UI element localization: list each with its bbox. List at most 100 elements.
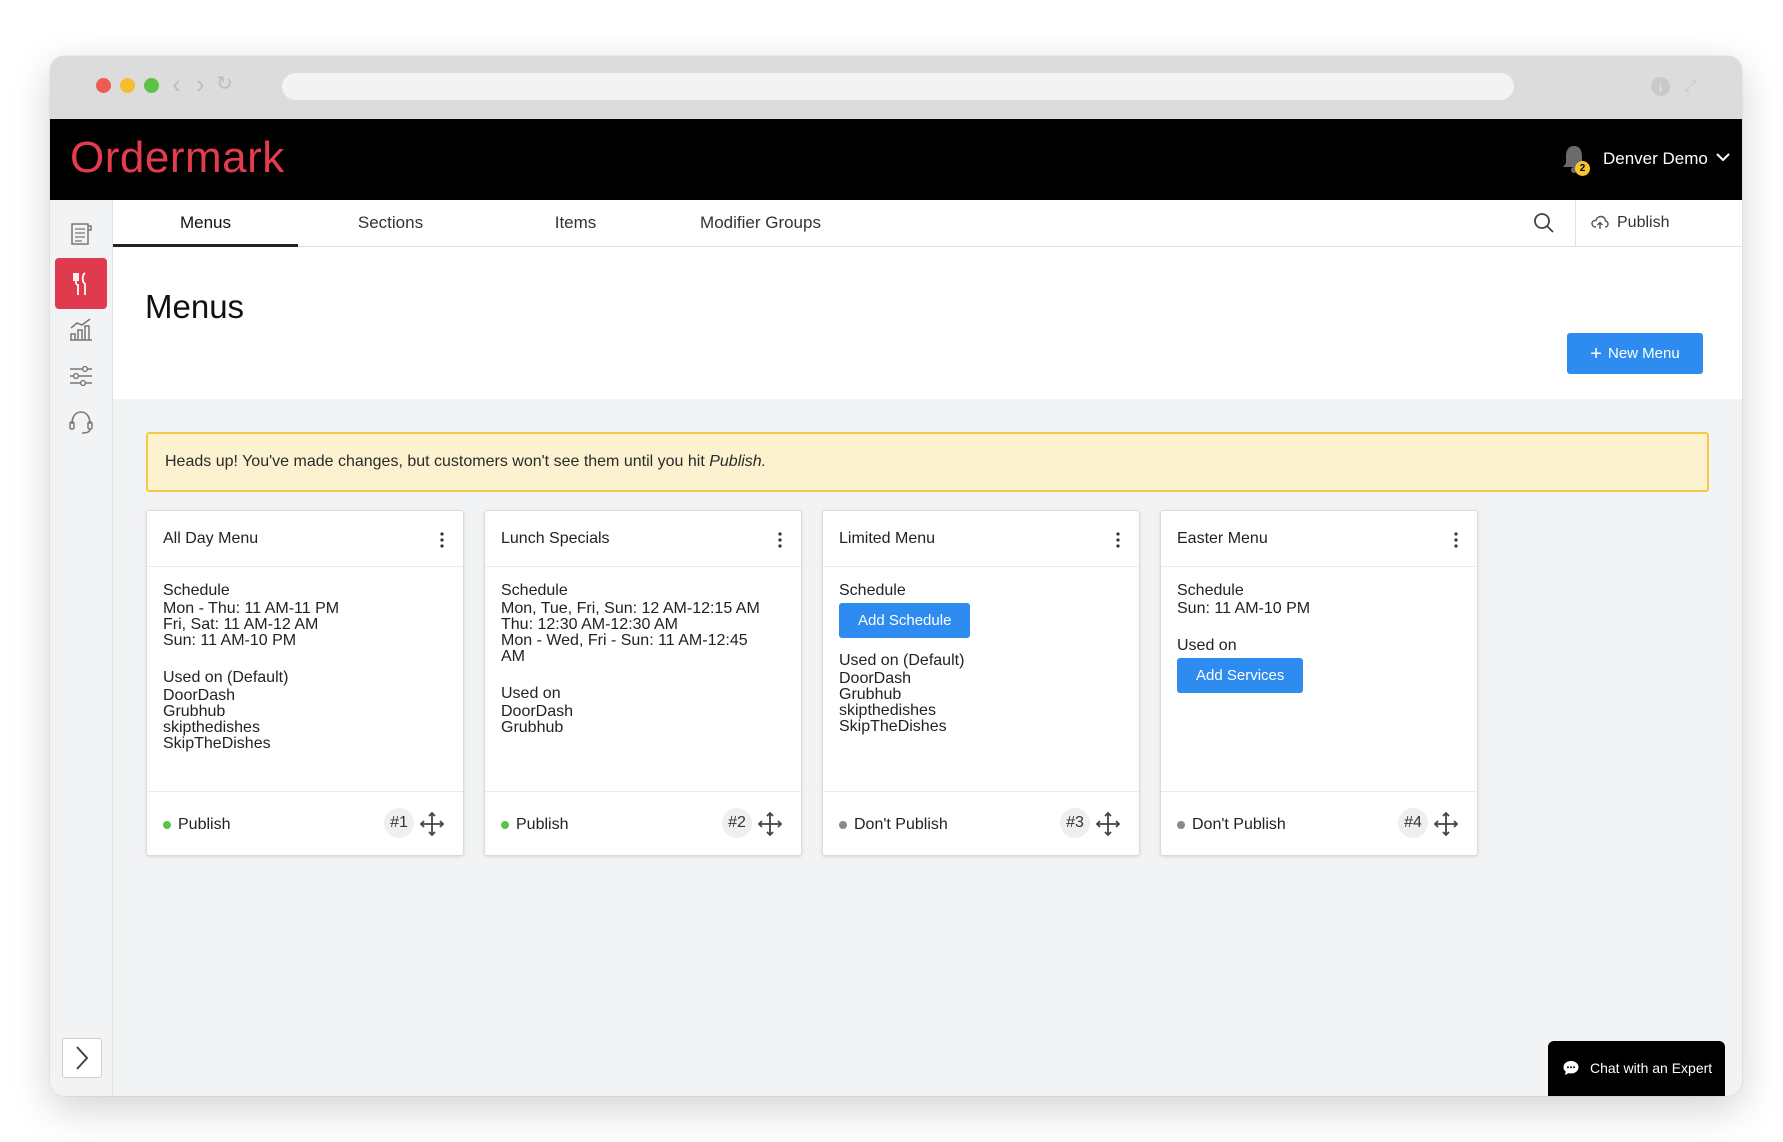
drag-move-icon[interactable] bbox=[1433, 811, 1459, 837]
position-badge: #1 bbox=[384, 808, 414, 838]
ordermark-logo[interactable]: Ordermark bbox=[70, 133, 285, 183]
drag-move-icon[interactable] bbox=[419, 811, 445, 837]
analytics-icon bbox=[70, 317, 92, 341]
card-title: All Day Menu bbox=[163, 530, 259, 547]
more-vertical-icon[interactable] bbox=[1453, 531, 1459, 549]
sidebar-item-orders[interactable] bbox=[55, 208, 107, 259]
reload-icon[interactable]: ↻ bbox=[216, 70, 233, 98]
account-name[interactable]: Denver Demo bbox=[1603, 147, 1708, 171]
support-headset-icon bbox=[69, 410, 93, 434]
used-on-label: Used on bbox=[1177, 637, 1237, 654]
download-icon[interactable]: ↓ bbox=[1651, 77, 1670, 96]
used-on-label: Used on bbox=[501, 685, 561, 702]
menu-card[interactable]: Easter Menu Schedule Sun: 11 AM-10 PM Us… bbox=[1160, 510, 1478, 856]
publish-status[interactable]: Don't Publish bbox=[854, 814, 948, 836]
schedule-line: Sun: 11 AM-10 PM bbox=[1177, 600, 1311, 617]
service-item: skipthedishes bbox=[163, 719, 260, 736]
sidebar-item-analytics[interactable] bbox=[55, 304, 107, 355]
publish-button[interactable]: Publish bbox=[1591, 208, 1669, 238]
new-menu-label: New Menu bbox=[1607, 345, 1680, 362]
forward-icon[interactable]: › bbox=[196, 70, 205, 98]
service-item: SkipTheDishes bbox=[839, 718, 947, 735]
notification-badge: 2 bbox=[1575, 161, 1590, 176]
menu-card[interactable]: Limited Menu Schedule Add Schedule Used … bbox=[822, 510, 1140, 856]
chevron-down-icon[interactable] bbox=[1714, 145, 1732, 169]
search-icon[interactable] bbox=[1531, 210, 1557, 236]
service-item: Grubhub bbox=[163, 703, 226, 720]
schedule-label: Schedule bbox=[1177, 582, 1244, 599]
menu-card[interactable]: Lunch Specials Schedule Mon, Tue, Fri, S… bbox=[484, 510, 802, 856]
card-body: Schedule Add Schedule Used on (Default) … bbox=[839, 581, 1125, 735]
menu-utensils-icon bbox=[73, 271, 86, 295]
drag-move-icon[interactable] bbox=[757, 811, 783, 837]
publish-status[interactable]: Don't Publish bbox=[1192, 814, 1286, 836]
tab-modifier-groups[interactable]: Modifier Groups bbox=[668, 200, 853, 247]
card-footer: Publish #1 bbox=[147, 791, 463, 855]
service-item: SkipTheDishes bbox=[163, 735, 271, 752]
used-on-label: Used on (Default) bbox=[163, 669, 289, 686]
status-dot bbox=[1177, 821, 1185, 829]
sidebar-item-settings[interactable] bbox=[55, 350, 107, 401]
card-title: Limited Menu bbox=[839, 530, 936, 547]
schedule-label: Schedule bbox=[839, 582, 906, 599]
add-services-button[interactable]: Add Services bbox=[1177, 658, 1304, 693]
publish-label: Publish bbox=[1617, 214, 1670, 231]
schedule-line: Mon - Thu: 11 AM-11 PM bbox=[163, 600, 340, 617]
drag-move-icon[interactable] bbox=[1095, 811, 1121, 837]
menu-card[interactable]: All Day Menu Schedule Mon - Thu: 11 AM-1… bbox=[146, 510, 464, 856]
sidebar-nav bbox=[50, 200, 113, 1096]
card-header: Easter Menu bbox=[1161, 511, 1477, 567]
card-title: Easter Menu bbox=[1177, 530, 1268, 547]
section-tabs: Menus Sections Items Modifier Groups Pub… bbox=[113, 200, 1742, 247]
card-header: Limited Menu bbox=[823, 511, 1139, 567]
schedule-line: Mon, Tue, Fri, Sun: 12 AM-12:15 AM bbox=[501, 600, 760, 617]
card-header: Lunch Specials bbox=[485, 511, 801, 567]
maximize-window-button[interactable] bbox=[144, 78, 159, 93]
app-header: Ordermark 2 Denver Demo bbox=[50, 119, 1742, 200]
card-body: Schedule Mon - Thu: 11 AM-11 PM Fri, Sat… bbox=[163, 581, 449, 752]
sidebar-expand-button[interactable] bbox=[62, 1038, 102, 1078]
position-badge: #3 bbox=[1060, 808, 1090, 838]
address-bar[interactable] bbox=[282, 73, 1514, 100]
back-icon[interactable]: ‹ bbox=[172, 70, 181, 98]
publish-status[interactable]: Publish bbox=[178, 814, 230, 836]
close-window-button[interactable] bbox=[96, 78, 111, 93]
service-item: Grubhub bbox=[839, 686, 902, 703]
more-vertical-icon[interactable] bbox=[777, 531, 783, 549]
cloud-upload-icon bbox=[1591, 215, 1609, 229]
service-item: DoorDash bbox=[839, 670, 912, 687]
service-item: DoorDash bbox=[163, 687, 236, 704]
more-vertical-icon[interactable] bbox=[439, 531, 445, 549]
fullscreen-icon[interactable]: ⤢ bbox=[1684, 77, 1697, 96]
plus-icon: + bbox=[1590, 343, 1602, 365]
service-item: skipthedishes bbox=[839, 702, 936, 719]
schedule-line: Thu: 12:30 AM-12:30 AM bbox=[501, 616, 678, 633]
schedule-line: Sun: 11 AM-10 PM bbox=[163, 632, 297, 649]
tab-items[interactable]: Items bbox=[483, 200, 668, 247]
sidebar-item-menus[interactable] bbox=[55, 258, 107, 309]
tab-divider bbox=[1575, 200, 1576, 246]
settings-sliders-icon bbox=[70, 365, 92, 386]
publish-status[interactable]: Publish bbox=[516, 814, 568, 836]
service-item: DoorDash bbox=[501, 703, 574, 720]
browser-window: ‹ › ↻ ↓ ⤢ Ordermark 2 Denver Demo Menus … bbox=[50, 56, 1742, 1096]
tab-sections[interactable]: Sections bbox=[298, 200, 483, 247]
minimize-window-button[interactable] bbox=[120, 78, 135, 93]
card-header: All Day Menu bbox=[147, 511, 463, 567]
chevron-right-icon bbox=[76, 1046, 89, 1070]
card-body: Schedule Mon, Tue, Fri, Sun: 12 AM-12:15… bbox=[501, 581, 787, 736]
chat-with-expert-button[interactable]: Chat with an Expert bbox=[1548, 1041, 1725, 1096]
position-badge: #2 bbox=[722, 808, 752, 838]
browser-toolbar: ‹ › ↻ ↓ ⤢ bbox=[50, 56, 1742, 119]
schedule-label: Schedule bbox=[163, 582, 230, 599]
sidebar-item-support[interactable] bbox=[55, 396, 107, 447]
status-dot bbox=[163, 821, 171, 829]
new-menu-button[interactable]: + New Menu bbox=[1567, 333, 1703, 374]
tab-menus[interactable]: Menus bbox=[113, 200, 298, 247]
position-badge: #4 bbox=[1398, 808, 1428, 838]
add-schedule-button[interactable]: Add Schedule bbox=[839, 603, 971, 638]
more-vertical-icon[interactable] bbox=[1115, 531, 1121, 549]
status-dot bbox=[839, 821, 847, 829]
card-footer: Publish #2 bbox=[485, 791, 801, 855]
page-header: Menus + New Menu bbox=[113, 247, 1742, 399]
